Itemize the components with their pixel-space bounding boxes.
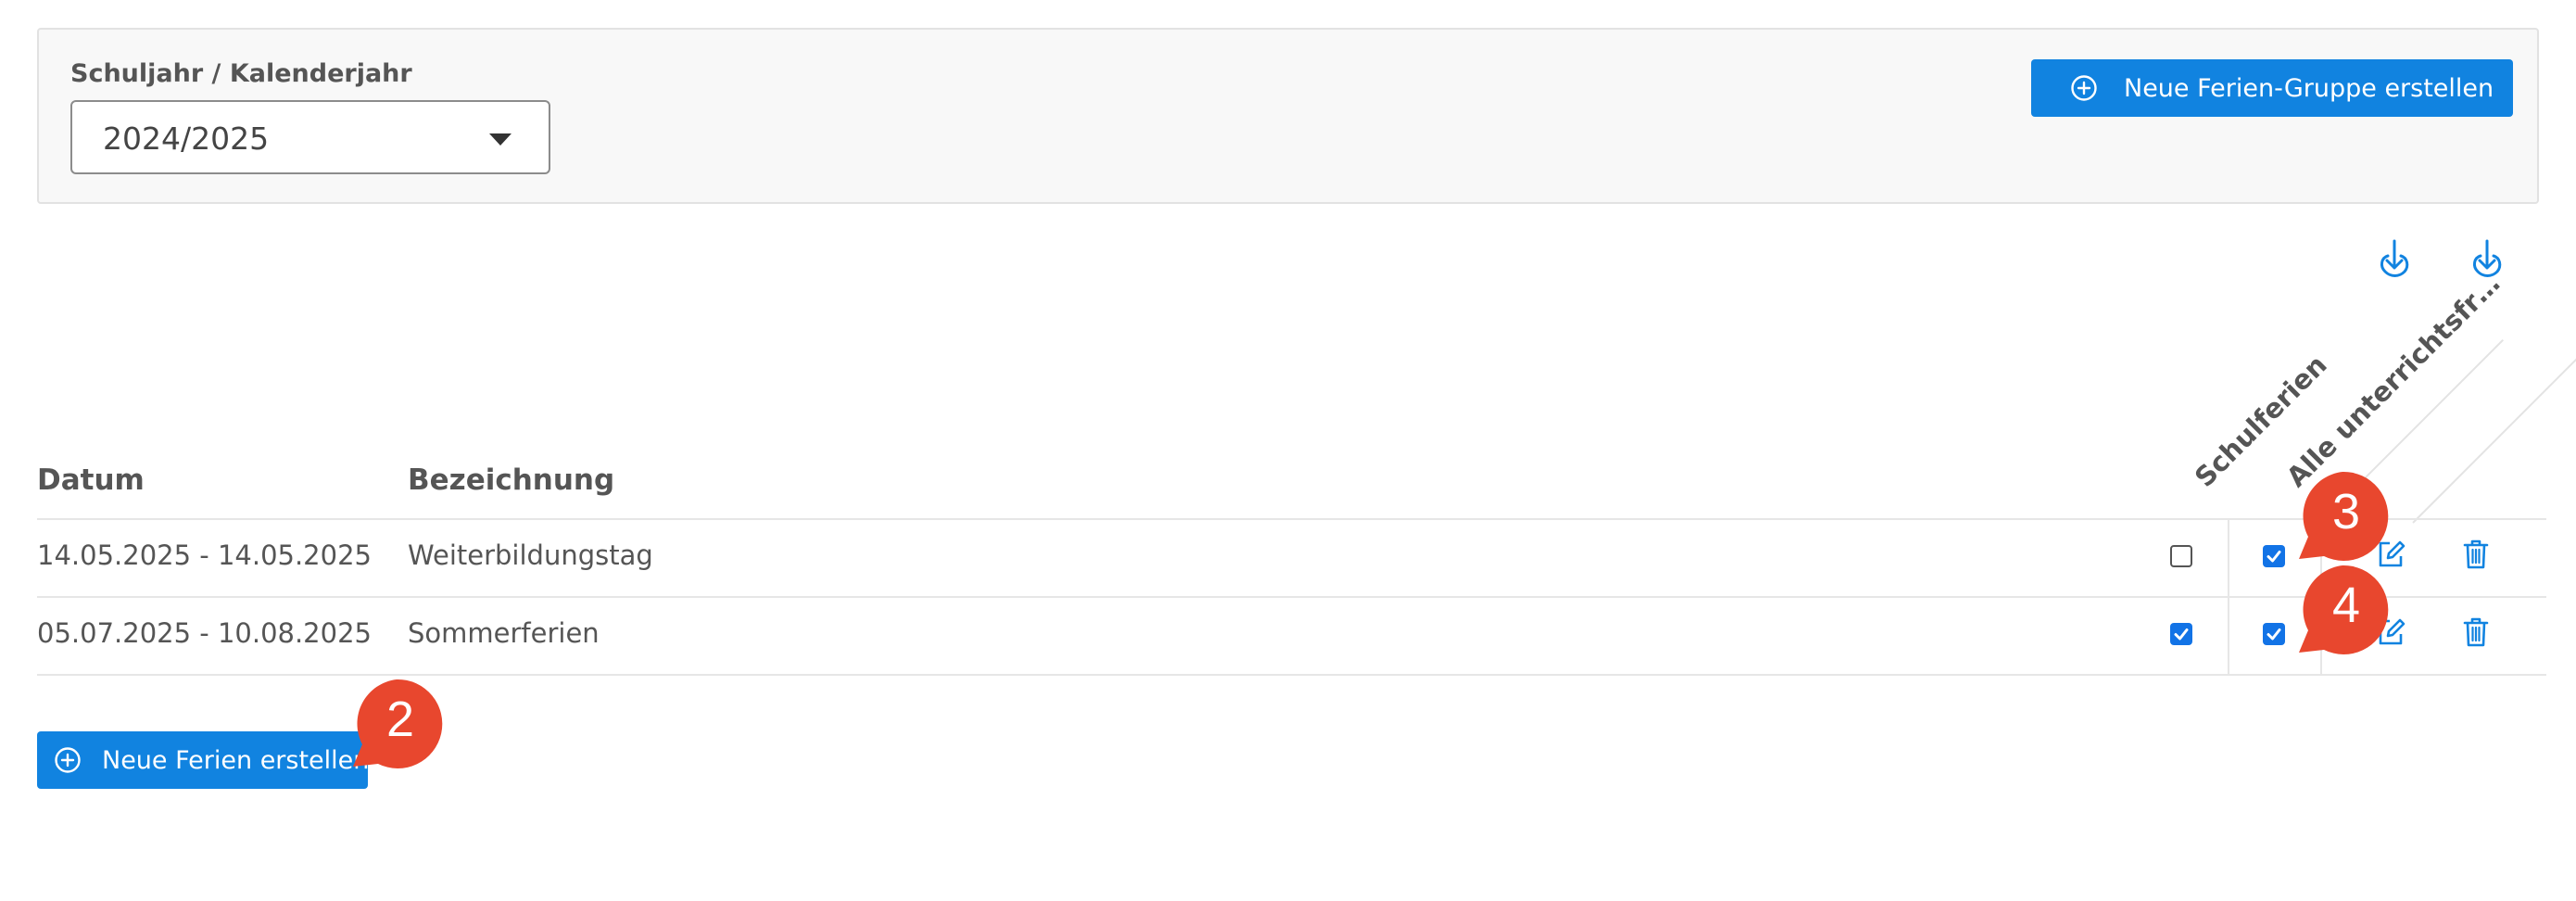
trash-icon[interactable] [2460,615,2492,649]
new-holiday-group-label: Neue Ferien-Gruppe erstellen [2124,73,2494,103]
callout-badge: 3 [2296,470,2396,563]
table-divider [37,596,2546,598]
new-holiday-label: Neue Ferien erstellen [102,745,370,775]
alle-unterrichtsfrei-checkbox[interactable] [2263,545,2285,567]
row-name: Weiterbildungstag [408,539,653,571]
column-divider [2228,519,2229,675]
download-icon[interactable] [2376,237,2413,280]
header-bezeichnung[interactable]: Bezeichnung [408,463,614,497]
table-divider [37,674,2546,676]
row-date: 14.05.2025 - 14.05.2025 [37,539,372,571]
row-name: Sommerferien [408,617,600,649]
caret-down-icon [489,133,511,146]
alle-unterrichtsfrei-checkbox[interactable] [2263,623,2285,645]
new-holiday-button[interactable]: Neue Ferien erstellen [37,731,370,789]
trash-icon[interactable] [2460,538,2492,571]
year-filter-label: Schuljahr / Kalenderjahr [70,59,412,88]
table-divider [37,518,2546,520]
year-select[interactable]: 2024/2025 [70,100,550,174]
schulferien-checkbox[interactable] [2170,545,2192,567]
new-holiday-group-button[interactable]: Neue Ferien-Gruppe erstellen [2031,59,2513,117]
header-divider [2412,339,2576,524]
plus-circle-icon [55,747,81,773]
header-datum[interactable]: Datum [37,463,145,497]
row-date: 05.07.2025 - 10.08.2025 [37,617,372,649]
callout-badge: 4 [2296,564,2396,656]
callout-badge: 2 [350,678,450,770]
plus-circle-icon [2071,75,2097,101]
year-select-value: 2024/2025 [103,121,270,157]
schulferien-checkbox[interactable] [2170,623,2192,645]
